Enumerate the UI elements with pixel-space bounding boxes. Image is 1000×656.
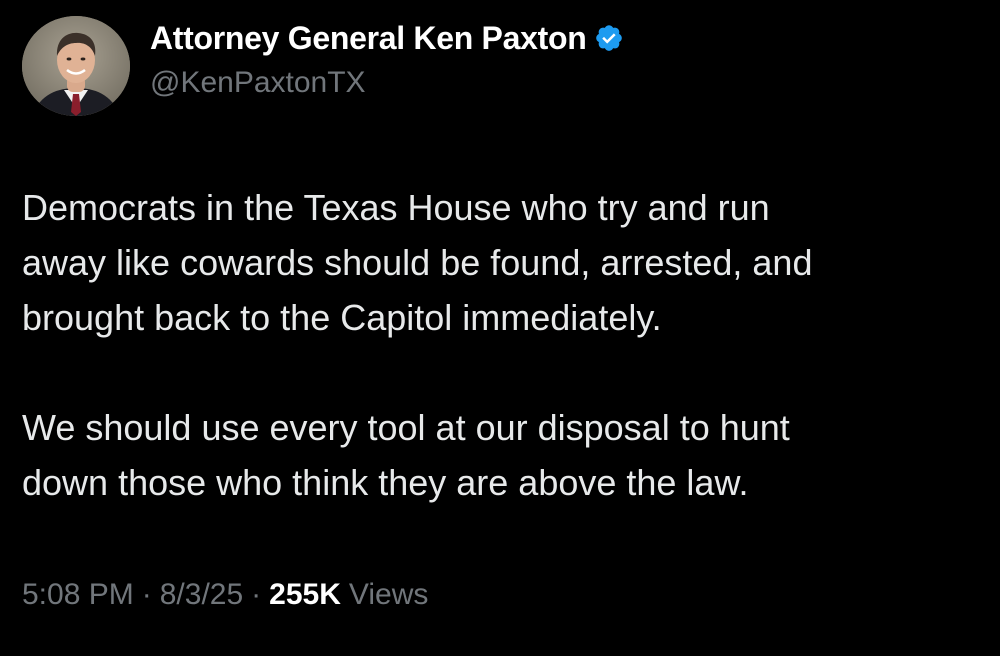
tweet-metadata: 5:08 PM · 8/3/25 · 255K Views bbox=[22, 578, 428, 612]
views-label[interactable]: Views bbox=[349, 578, 428, 612]
author-display-name[interactable]: Attorney General Ken Paxton bbox=[150, 20, 587, 57]
tweet-paragraph-1: Democrats in the Texas House who try and… bbox=[22, 187, 813, 338]
author-name-row: Attorney General Ken Paxton bbox=[150, 18, 624, 58]
profile-photo-icon bbox=[22, 16, 130, 116]
tweet-card: Attorney General Ken Paxton @KenPaxtonTX… bbox=[0, 0, 1000, 656]
verified-badge-icon[interactable] bbox=[594, 23, 624, 53]
tweet-date[interactable]: 8/3/25 bbox=[160, 578, 243, 612]
tweet-time[interactable]: 5:08 PM bbox=[22, 578, 134, 612]
author-avatar[interactable] bbox=[22, 16, 130, 116]
meta-separator: · bbox=[141, 578, 152, 611]
views-count[interactable]: 255K bbox=[269, 578, 341, 612]
tweet-paragraph-2: We should use every tool at our disposal… bbox=[22, 407, 790, 503]
meta-separator: · bbox=[251, 578, 262, 611]
tweet-text: Democrats in the Texas House who try and… bbox=[22, 180, 982, 510]
author-handle[interactable]: @KenPaxtonTX bbox=[150, 66, 366, 100]
